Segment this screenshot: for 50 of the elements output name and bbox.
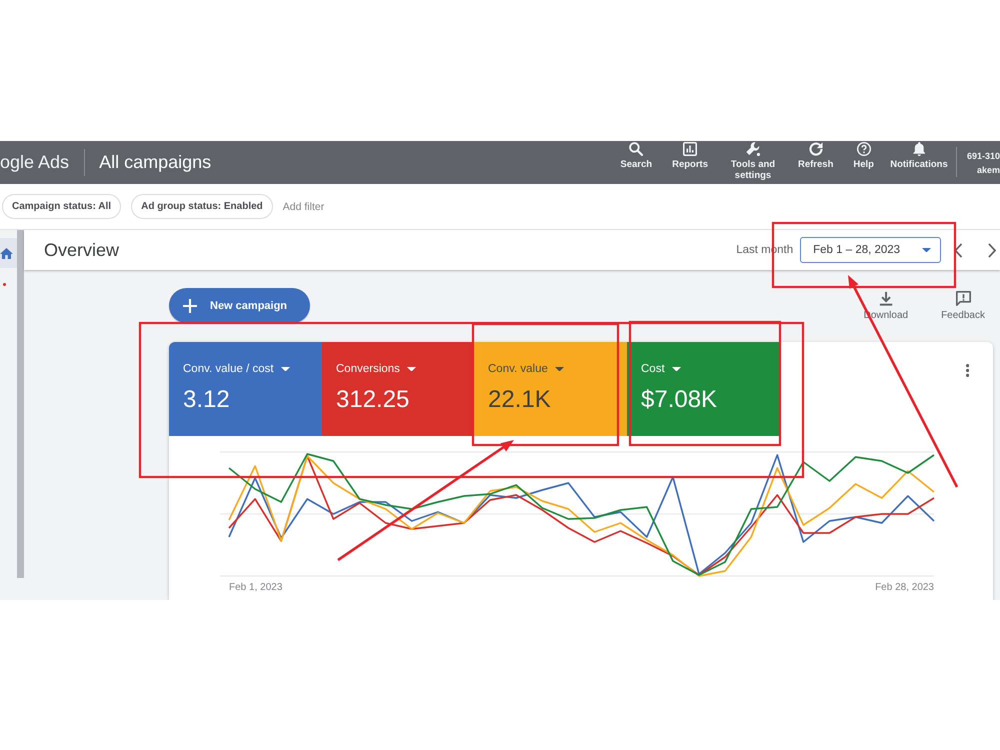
reports-button[interactable]: Reports	[672, 142, 708, 170]
new-campaign-button[interactable]: New campaign	[169, 288, 310, 323]
feedback-button[interactable]: Feedback	[941, 290, 985, 320]
page-title: All campaigns	[99, 152, 212, 173]
axis-label: Feb 28, 2023	[875, 582, 934, 594]
metric-value: 3.12	[183, 386, 231, 414]
nav-item[interactable]	[0, 238, 17, 268]
wrench-icon	[746, 142, 760, 156]
refresh-button[interactable]: Refresh	[798, 142, 834, 170]
status-dot-icon[interactable]	[3, 283, 6, 286]
bell-icon	[912, 142, 926, 156]
scrollbar[interactable]	[17, 230, 24, 578]
chevron-right-icon[interactable]	[988, 242, 996, 258]
metric-tile[interactable]: Cost $7.08K	[627, 342, 780, 436]
metric-value: $7.08K	[641, 386, 718, 414]
metric-tile[interactable]: Conv. value 22.1K	[474, 342, 627, 436]
tools-button[interactable]: Tools and settings	[728, 142, 778, 181]
caret-icon	[922, 248, 932, 252]
home-icon	[0, 248, 13, 258]
metric-label: Conversions	[336, 363, 400, 375]
metric-label: Conv. value	[488, 363, 548, 375]
metric-value: 22.1K	[488, 386, 552, 414]
search-icon	[629, 142, 644, 156]
chevron-left-icon[interactable]	[954, 242, 963, 258]
search-button[interactable]: Search	[620, 142, 652, 170]
metric-tile[interactable]: Conversions 312.25	[322, 342, 474, 436]
section-title: Overview	[44, 240, 120, 260]
speech-bubble-icon	[956, 290, 971, 306]
caret-icon	[672, 366, 681, 372]
help-icon	[856, 142, 871, 156]
filter-chip[interactable]: Campaign status: All	[2, 194, 122, 219]
axis-label: Feb 1, 2023	[229, 582, 282, 594]
caret-icon	[554, 366, 564, 372]
metric-value: 312.25	[336, 386, 410, 414]
metric-label: Cost	[641, 363, 665, 375]
refresh-icon	[808, 142, 823, 156]
plus-icon	[183, 298, 197, 312]
metric-label: Conv. value / cost	[183, 363, 274, 375]
product-name: ogle Ads	[0, 152, 70, 173]
date-range-dropdown[interactable]: Feb 1 – 28, 2023	[800, 237, 942, 263]
caret-icon	[280, 366, 290, 372]
caret-icon	[406, 366, 416, 372]
more-options-icon[interactable]	[966, 364, 969, 377]
account-button[interactable]: 691-310 akem	[966, 141, 1000, 184]
download-icon	[878, 290, 893, 306]
bar-chart-icon	[683, 142, 698, 156]
add-filter-button[interactable]: Add filter	[282, 200, 324, 212]
filter-chip[interactable]: Ad group status: Enabled	[131, 194, 273, 219]
help-button[interactable]: Help	[853, 142, 874, 170]
metric-tile[interactable]: Conv. value / cost 3.12	[169, 342, 322, 436]
